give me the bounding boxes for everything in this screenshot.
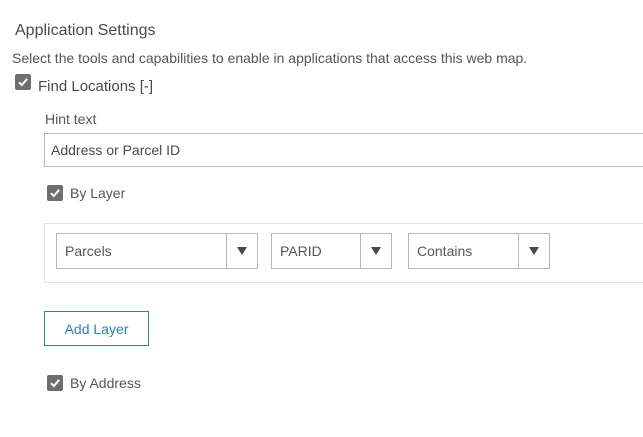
field-select-value: PARID xyxy=(280,243,322,259)
section-description: Select the tools and capabilities to ena… xyxy=(12,50,528,66)
operator-select-value: Contains xyxy=(417,243,473,259)
hint-text-input[interactable] xyxy=(44,133,643,167)
find-locations-checkbox[interactable] xyxy=(15,74,31,90)
layer-select[interactable]: Parcels xyxy=(56,233,258,269)
find-locations-label: Find Locations [-] xyxy=(38,78,153,95)
dropdown-arrow-icon xyxy=(360,234,391,268)
collapse-toggle[interactable]: [-] xyxy=(140,78,153,95)
add-layer-button[interactable]: Add Layer xyxy=(44,311,149,346)
find-locations-text: Find Locations xyxy=(38,78,136,95)
layer-select-value: Parcels xyxy=(65,243,112,259)
field-select[interactable]: PARID xyxy=(271,233,392,269)
check-icon xyxy=(18,78,28,87)
by-layer-checkbox[interactable] xyxy=(47,185,63,201)
check-icon xyxy=(50,189,60,198)
by-address-label: By Address xyxy=(70,375,141,391)
by-address-checkbox[interactable] xyxy=(47,375,63,391)
operator-select[interactable]: Contains xyxy=(408,233,550,269)
check-icon xyxy=(50,379,60,388)
dropdown-arrow-icon xyxy=(226,234,257,268)
dropdown-arrow-icon xyxy=(518,234,549,268)
by-layer-label: By Layer xyxy=(70,185,126,201)
section-title: Application Settings xyxy=(15,22,156,39)
hint-text-label: Hint text xyxy=(45,111,97,127)
